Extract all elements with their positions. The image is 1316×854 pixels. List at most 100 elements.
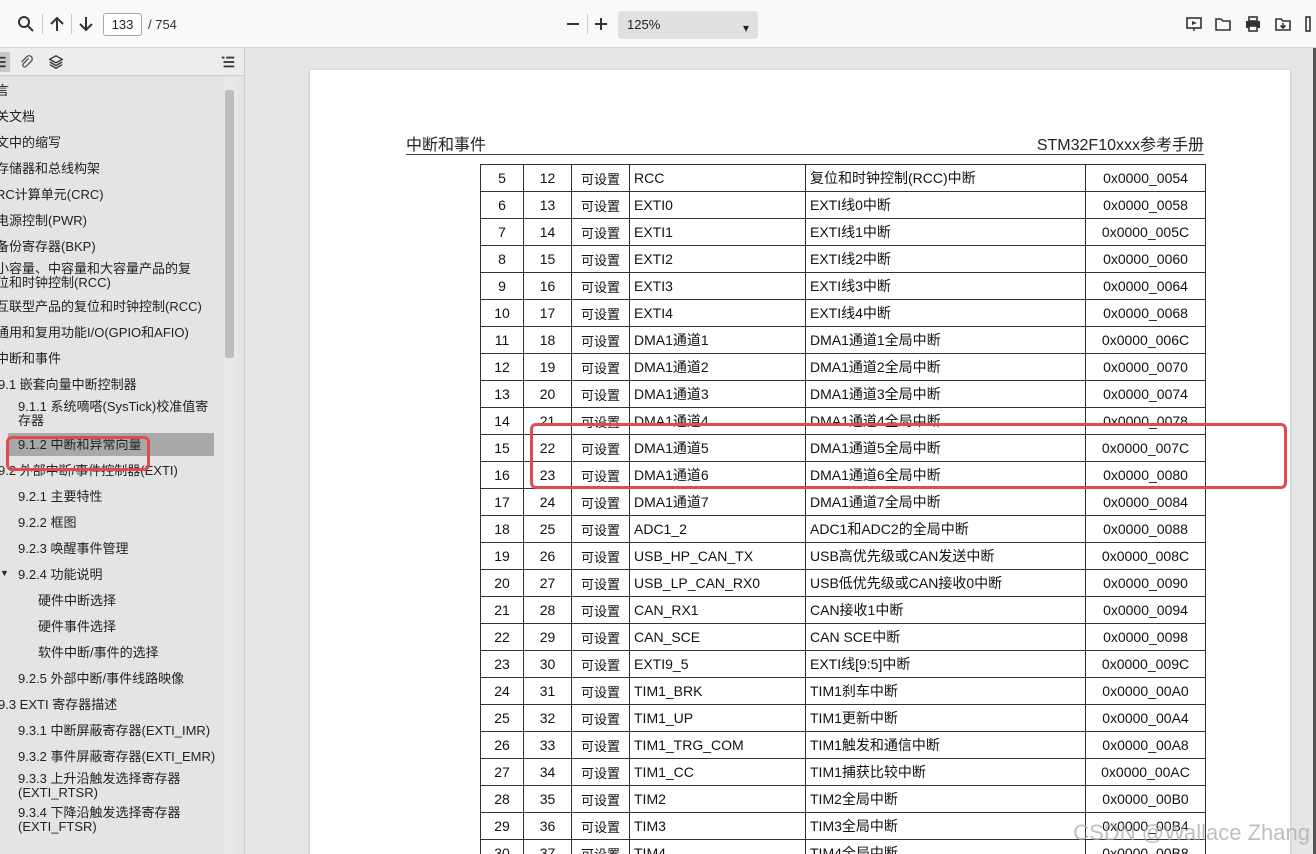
outline-item[interactable]: 存储器和总线构架 (0, 161, 100, 176)
outline-item[interactable]: 硬件事件选择 (38, 619, 116, 634)
outline-item[interactable]: 中断和事件 (0, 351, 61, 366)
table-cell: 可设置 (571, 785, 630, 813)
pdf-page: 中断和事件 STM32F10xxx参考手册 5 12 可设置 RCC 复位和时钟控制(R… (310, 70, 1290, 854)
page-total: / 754 (148, 17, 177, 32)
table-cell: 可设置 (571, 569, 630, 597)
table-cell: EXTI9_5 (629, 650, 806, 678)
print-icon[interactable] (1241, 12, 1265, 36)
table-cell: ADC1和ADC2的全局中断 (805, 515, 1086, 543)
table-cell: 可设置 (571, 245, 630, 273)
zoom-out-icon[interactable] (561, 12, 585, 36)
table-row: 5 12 可设置 RCC 复位和时钟控制(RCC)中断 0x0000_0054 (480, 164, 1206, 192)
outline-item[interactable]: 小容量、中容量和大容量产品的复位和时钟控制(RCC) (0, 262, 196, 290)
interrupt-vector-table: 5 12 可设置 RCC 复位和时钟控制(RCC)中断 0x0000_0054 6 13 可设置… (480, 164, 1206, 854)
table-cell: RCC (629, 164, 806, 192)
table-cell: 0x0000_0064 (1085, 272, 1206, 300)
expand-triangle-icon[interactable]: ▼ (0, 568, 9, 578)
table-cell: 13 (523, 191, 572, 219)
table-cell: EXTI线4中断 (805, 299, 1086, 327)
table-cell: 可设置 (571, 326, 630, 354)
table-cell: TIM1刹车中断 (805, 677, 1086, 705)
table-cell: 可设置 (571, 704, 630, 732)
outline-item[interactable]: 9.2.1 主要特性 (18, 489, 103, 504)
outline-item[interactable]: 关文档 (0, 109, 35, 124)
table-cell: DMA1通道3全局中断 (805, 380, 1086, 408)
table-cell: CAN SCE中断 (805, 623, 1086, 651)
outline-item[interactable]: 电源控制(PWR) (0, 213, 87, 228)
table-cell: TIM1更新中断 (805, 704, 1086, 732)
table-cell: 31 (523, 677, 572, 705)
table-cell: 25 (523, 515, 572, 543)
previous-page-icon[interactable] (45, 12, 69, 36)
outline-item[interactable]: 9.3.1 中断屏蔽寄存器(EXTI_IMR) (18, 723, 210, 738)
outline-item[interactable]: 通用和复用功能I/O(GPIO和AFIO) (0, 325, 189, 340)
page-header-section: 中断和事件 (406, 135, 487, 154)
sidebar: 言关文档文中的缩写存储器和总线构架 RC计算单元(CRC) 电源控制(PWR) 备份寄… (0, 48, 245, 854)
table-cell: TIM1_BRK (629, 677, 806, 705)
presentation-mode-icon[interactable] (1182, 12, 1206, 36)
zoom-in-icon[interactable] (589, 12, 613, 36)
table-cell: CAN_RX1 (629, 596, 806, 624)
table-cell: 20 (523, 380, 572, 408)
table-cell: 24 (523, 488, 572, 516)
layers-icon[interactable] (46, 52, 66, 72)
outline-item[interactable]: 9.3 EXTI 寄存器描述 (0, 697, 117, 712)
sidebar-scrollbar-thumb[interactable] (225, 90, 234, 358)
outline-item[interactable]: 备份寄存器(BKP) (0, 239, 96, 254)
table-cell: 0x0000_005C (1085, 218, 1206, 246)
table-cell: 24 (480, 677, 524, 705)
outline-item[interactable]: 硬件中断选择 (38, 593, 116, 608)
table-cell: DMA1通道2 (629, 353, 806, 381)
table-cell: TIM1_TRG_COM (629, 731, 806, 759)
table-cell: TIM4全局中断 (805, 839, 1086, 854)
table-cell: 可设置 (571, 272, 630, 300)
table-cell: EXTI3 (629, 272, 806, 300)
page-number-input[interactable]: 133 (103, 13, 142, 36)
zoom-select[interactable]: 125% ▾ (618, 11, 758, 39)
table-cell: 30 (523, 650, 572, 678)
table-row: 25 32 可设置 TIM1_UP TIM1更新中断 0x0000_00A4 (480, 704, 1206, 732)
outline-item[interactable]: 9.1.1 系统嘀嗒(SysTick)校准值寄存器 (18, 400, 218, 428)
table-cell: 9 (480, 272, 524, 300)
attachments-icon[interactable] (16, 52, 36, 72)
outline-item[interactable]: 9.3.2 事件屏蔽寄存器(EXTI_EMR) (18, 749, 215, 764)
table-cell: CAN接收1中断 (805, 596, 1086, 624)
document-viewer[interactable]: 中断和事件 STM32F10xxx参考手册 5 12 可设置 RCC 复位和时钟控制(R… (246, 48, 1316, 854)
search-icon[interactable] (14, 12, 38, 36)
table-row: 28 35 可设置 TIM2 TIM2全局中断 0x0000_00B0 (480, 785, 1206, 813)
outline-item[interactable]: 9.1 嵌套向量中断控制器 (0, 377, 137, 392)
save-icon[interactable] (1271, 12, 1295, 36)
outline-item[interactable]: 互联型产品的复位和时钟控制(RCC) (0, 299, 202, 314)
table-cell: 36 (523, 812, 572, 840)
outline-item[interactable]: 9.2.3 唤醒事件管理 (18, 541, 129, 556)
toolbar-divider (42, 14, 43, 34)
open-file-icon[interactable] (1211, 12, 1235, 36)
table-row: 8 15 可设置 EXTI2 EXTI线2中断 0x0000_0060 (480, 245, 1206, 273)
table-cell: 26 (523, 542, 572, 570)
outline-item[interactable]: RC计算单元(CRC) (0, 187, 104, 202)
outline-item[interactable]: 软件中断/事件的选择 (38, 645, 159, 660)
current-outline-item-icon[interactable] (218, 52, 238, 72)
outline-item[interactable]: 言 (0, 83, 9, 98)
outline-item[interactable]: 9.2.2 框图 (18, 515, 77, 530)
outline-view-icon[interactable] (0, 52, 10, 72)
table-cell: 29 (523, 623, 572, 651)
table-row: 19 26 可设置 USB_HP_CAN_TX USB高优先级或CAN发送中断 0x000… (480, 542, 1206, 570)
table-cell: TIM4 (629, 839, 806, 854)
table-cell: 18 (480, 515, 524, 543)
outline-item[interactable]: 9.2.4 功能说明 (18, 567, 103, 582)
pdf-toolbar: 133 / 754 125% ▾ (0, 0, 1316, 48)
table-row: 27 34 可设置 TIM1_CC TIM1捕获比较中断 0x0000_00AC (480, 758, 1206, 786)
outline-item[interactable]: 文中的缩写 (0, 135, 61, 150)
next-page-icon[interactable] (74, 12, 98, 36)
table-row: 6 13 可设置 EXTI0 EXTI线0中断 0x0000_0058 (480, 191, 1206, 219)
sidebar-scrollbar[interactable] (223, 78, 237, 854)
outline-item[interactable]: 9.3.3 上升沿触发选择寄存器(EXTI_RTSR) (18, 772, 218, 800)
table-cell: 7 (480, 218, 524, 246)
more-tools-icon[interactable] (1300, 12, 1316, 36)
outline-item[interactable]: 9.2.5 外部中断/事件线路映像 (18, 671, 184, 686)
outline-item[interactable]: 9.3.4 下降沿触发选择寄存器(EXTI_FTSR) (18, 806, 218, 834)
table-cell: CAN_SCE (629, 623, 806, 651)
table-cell: EXTI线2中断 (805, 245, 1086, 273)
table-cell: DMA1通道7 (629, 488, 806, 516)
